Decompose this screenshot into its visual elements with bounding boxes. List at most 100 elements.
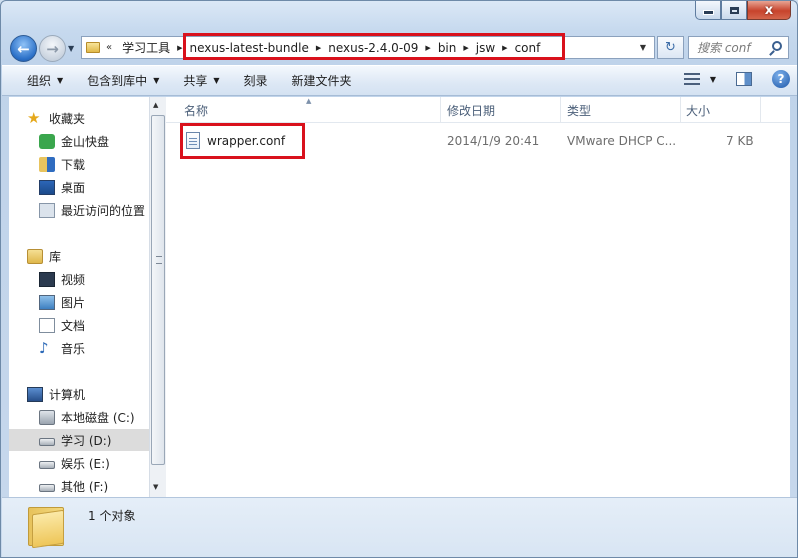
breadcrumb-item[interactable]: bin	[434, 41, 461, 55]
organize-button[interactable]: 组织 ▼	[18, 72, 72, 89]
sidebar-item-drive-d[interactable]: 学习 (D:)	[9, 429, 149, 451]
breadcrumb-item[interactable]: jsw	[472, 41, 499, 55]
sidebar-item-label: 文档	[61, 318, 86, 333]
desktop-icon	[39, 179, 55, 195]
search-box[interactable]	[688, 36, 789, 59]
sidebar-item-libraries[interactable]: 库	[27, 245, 149, 267]
sidebar-item-kuaipan[interactable]: 金山快盘	[39, 130, 149, 152]
sidebar-item-recent[interactable]: 最近访问的位置	[39, 199, 149, 221]
chevron-down-icon: ▼	[57, 76, 64, 85]
refresh-button[interactable]: ↻	[657, 36, 684, 59]
sidebar-item-downloads[interactable]: 下载	[39, 153, 149, 175]
caption-buttons: x	[695, 1, 791, 20]
breadcrumb-separator-icon[interactable]: ▶	[499, 44, 510, 52]
back-arrow-icon: ←	[17, 39, 30, 58]
breadcrumb-overflow-chevron[interactable]: «	[106, 42, 112, 53]
help-icon[interactable]: ?	[772, 70, 790, 88]
preview-pane-icon[interactable]	[736, 72, 752, 86]
sidebar-item-favorites[interactable]: ★ 收藏夹	[27, 107, 149, 129]
view-dropdown-icon[interactable]: ▼	[710, 75, 716, 84]
drive-icon	[39, 438, 55, 446]
new-folder-label: 新建文件夹	[291, 74, 352, 88]
sidebar-item-computer[interactable]: 计算机	[27, 383, 149, 405]
breadcrumb-item[interactable]: nexus-latest-bundle	[186, 41, 313, 55]
column-header-row: ▲ 名称 修改日期 类型 大小	[166, 97, 790, 123]
new-folder-button[interactable]: 新建文件夹	[283, 72, 361, 89]
download-icon	[39, 156, 55, 172]
chevron-down-icon: ▼	[153, 76, 160, 85]
sidebar-item-videos[interactable]: 视频	[39, 268, 149, 290]
search-icon[interactable]	[772, 41, 782, 51]
command-bar: 组织 ▼ 包含到库中 ▼ 共享 ▼ 刻录 新建文件夹 ▼ ?	[2, 65, 797, 96]
refresh-icon: ↻	[665, 40, 676, 55]
computer-icon	[27, 386, 43, 402]
scroll-down-icon[interactable]: ▼	[153, 483, 158, 491]
folder-icon	[28, 504, 64, 549]
sidebar-item-desktop[interactable]: 桌面	[39, 176, 149, 198]
sidebar-item-label: 收藏夹	[49, 111, 86, 126]
sidebar-item-drive-e[interactable]: 娱乐 (E:)	[39, 452, 149, 474]
sidebar-item-music[interactable]: ♪ 音乐	[39, 337, 149, 359]
breadcrumb-item[interactable]: 学习工具	[118, 39, 174, 56]
file-modified: 2014/1/9 20:41	[447, 134, 540, 148]
navigation-scrollbar[interactable]: ▲ ▼	[149, 97, 166, 497]
folder-icon	[86, 42, 100, 53]
breadcrumb-separator-icon[interactable]: ▶	[460, 44, 471, 52]
sidebar-item-documents[interactable]: 文档	[39, 314, 149, 336]
pictures-icon	[39, 294, 55, 310]
share-label: 共享	[183, 74, 208, 88]
view-options-icon[interactable]	[683, 73, 700, 85]
explorer-window: x ← → ▼ « 学习工具 ▶ nexus-latest-bundle ▶ n…	[0, 0, 798, 558]
include-in-library-button[interactable]: 包含到库中 ▼	[78, 72, 168, 89]
breadcrumb-separator-icon[interactable]: ▶	[313, 44, 324, 52]
sidebar-item-label: 视频	[61, 272, 86, 287]
column-type[interactable]: 类型	[567, 102, 591, 119]
organize-label: 组织	[27, 74, 52, 88]
breadcrumb-item-current[interactable]: conf	[511, 41, 545, 55]
maximize-button[interactable]	[721, 1, 747, 20]
breadcrumb-item[interactable]: nexus-2.4.0-09	[324, 41, 422, 55]
back-button[interactable]: ←	[10, 35, 37, 62]
burn-button[interactable]: 刻录	[235, 72, 277, 89]
breadcrumb-separator-icon[interactable]: ▶	[422, 44, 433, 52]
scroll-up-icon[interactable]: ▲	[153, 101, 158, 109]
command-bar-right: ▼ ?	[683, 70, 790, 88]
close-button[interactable]: x	[747, 1, 791, 20]
recent-pages-dropdown[interactable]: ▼	[68, 44, 74, 53]
minimize-button[interactable]	[695, 1, 721, 20]
breadcrumb-separator-icon[interactable]: ▶	[174, 44, 185, 52]
column-size[interactable]: 大小	[686, 102, 710, 119]
burn-label: 刻录	[243, 74, 268, 88]
sidebar-item-drive-f[interactable]: 其他 (F:)	[39, 475, 149, 497]
file-size: 7 KB	[726, 134, 754, 148]
sidebar-item-label: 下载	[61, 157, 86, 172]
scroll-grip-icon	[156, 256, 162, 264]
status-text: 1 个对象	[88, 509, 136, 523]
forward-button[interactable]: →	[39, 35, 66, 62]
close-icon: x	[764, 2, 774, 18]
column-name[interactable]: 名称	[184, 102, 208, 119]
drive-icon	[39, 409, 55, 425]
library-icon	[27, 248, 43, 264]
address-bar[interactable]: « 学习工具 ▶ nexus-latest-bundle ▶ nexus-2.4…	[81, 36, 655, 59]
recent-places-icon	[39, 202, 55, 218]
column-divider[interactable]	[680, 97, 681, 123]
scroll-thumb[interactable]	[151, 115, 165, 465]
video-icon	[39, 271, 55, 287]
column-divider[interactable]	[440, 97, 441, 123]
sidebar-item-pictures[interactable]: 图片	[39, 291, 149, 313]
file-highlight-box	[180, 123, 305, 159]
address-dropdown-icon[interactable]: ▼	[640, 43, 646, 52]
file-type: VMware DHCP C...	[567, 134, 677, 148]
share-button[interactable]: 共享 ▼	[174, 72, 228, 89]
column-modified[interactable]: 修改日期	[447, 102, 495, 119]
column-divider[interactable]	[760, 97, 761, 123]
sidebar-item-drive-c[interactable]: 本地磁盘 (C:)	[39, 406, 149, 428]
sidebar-item-label: 学习 (D:)	[61, 433, 112, 448]
drive-icon	[39, 461, 55, 469]
search-input[interactable]	[697, 40, 769, 55]
sidebar-item-label: 库	[49, 249, 62, 264]
kuaipan-icon	[39, 133, 55, 149]
column-divider[interactable]	[560, 97, 561, 123]
sidebar-item-label: 娱乐 (E:)	[61, 456, 110, 471]
